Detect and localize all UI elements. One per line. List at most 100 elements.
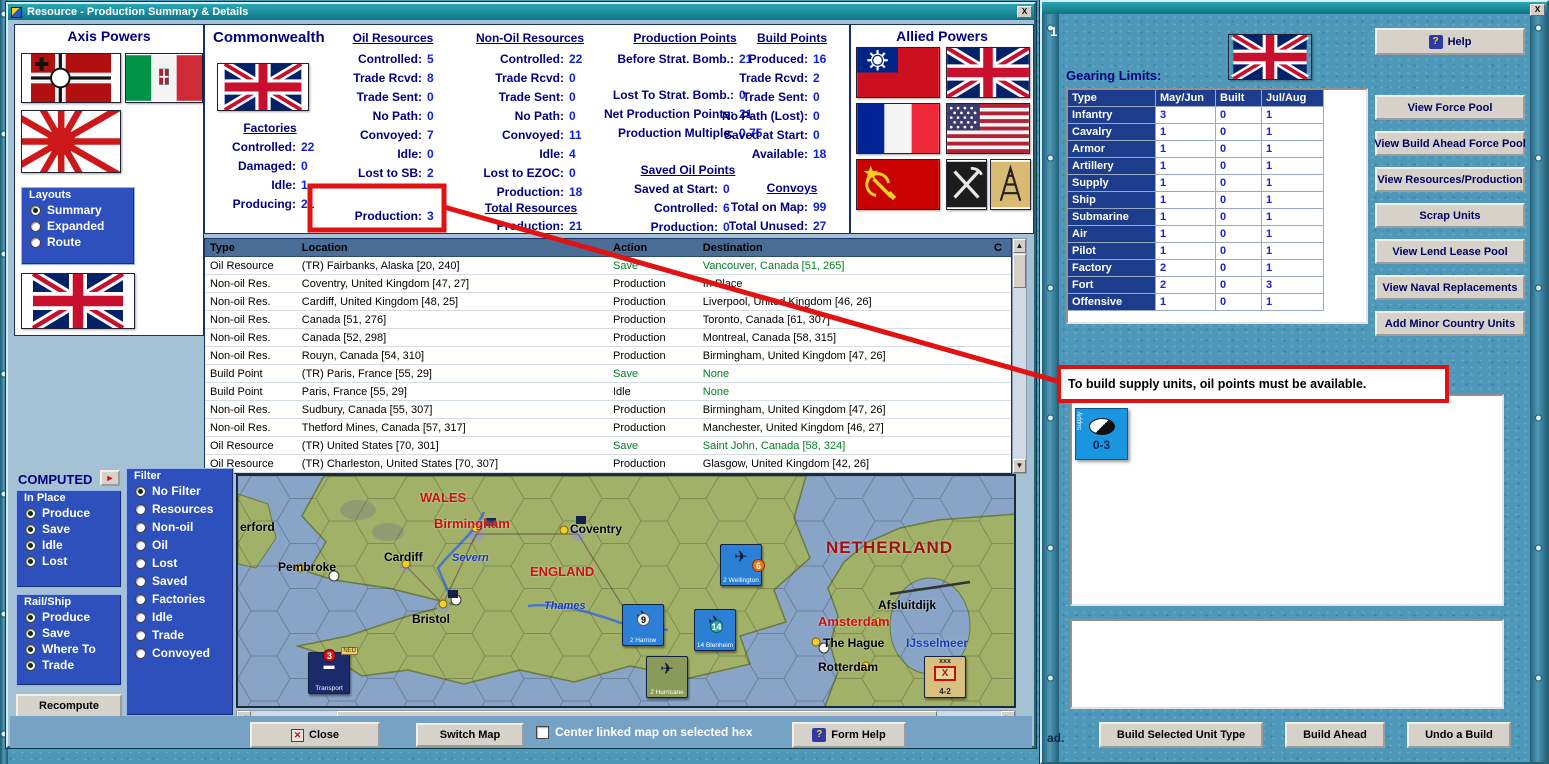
view-resources-production-button[interactable]: View Resources/Production [1375, 167, 1525, 192]
layouts-group: Layouts Summary Expanded Route [21, 187, 135, 265]
form-help-button[interactable]: ? Form Help [792, 722, 906, 748]
radio-non-oil[interactable]: Non-oil [135, 520, 227, 534]
radio-lost[interactable]: Lost [135, 556, 227, 570]
radio-lost[interactable]: Lost [25, 554, 115, 568]
usa-flag [946, 103, 1030, 154]
unit-counter-2-hurricane[interactable]: ✈ 2 Hurricane [646, 656, 688, 698]
radio-idle[interactable]: Idle [135, 610, 227, 624]
stat-row: Idle: 0 [397, 146, 434, 161]
build-window-titlebar[interactable] [1042, 2, 1547, 14]
gearing-row-supply[interactable]: Supply 1 0 1 [1068, 175, 1366, 192]
gearing-row-armor[interactable]: Armor 1 0 1 [1068, 141, 1366, 158]
radio-resources[interactable]: Resources [135, 502, 227, 516]
table-row[interactable]: Oil Resource (TR) United States [70, 301]… [205, 437, 1011, 455]
table-row[interactable]: Non-oil Res. Coventry, United Kingdom [47… [205, 275, 1011, 293]
built-units-panel[interactable] [1070, 619, 1504, 709]
supply-unit-icon [1088, 418, 1115, 435]
stat-row: Total Unused: 27 [728, 218, 827, 233]
scrap-units-button[interactable]: Scrap Units [1375, 203, 1525, 228]
map-label-the-hague: The Hague [823, 636, 885, 650]
center-map-option[interactable]: Center linked map on selected hex [536, 725, 752, 739]
axis-powers-title: Axis Powers [67, 28, 151, 44]
gearing-row-pilot[interactable]: Pilot 1 0 1 [1068, 243, 1366, 260]
radio-idle[interactable]: Idle [25, 538, 115, 552]
radio-produce[interactable]: Produce [25, 506, 115, 520]
stat-row: Lost to SB: 2 [358, 165, 434, 180]
view-force-pool-button[interactable]: View Force Pool [1375, 95, 1525, 120]
supply-unit-counter[interactable]: Supply 0-3 [1075, 408, 1128, 460]
gearing-row-submarine[interactable]: Submarine 1 0 1 [1068, 209, 1366, 226]
convoys-heading: Convoys [766, 181, 818, 195]
gearing-row-infantry[interactable]: Infantry 3 0 1 [1068, 107, 1366, 124]
view-naval-replacements-button[interactable]: View Naval Replacements [1375, 275, 1525, 300]
undo-a-build-button[interactable]: Undo a Build [1407, 722, 1511, 748]
close-build-window-icon[interactable]: X [1530, 4, 1545, 16]
radio-save[interactable]: Save [25, 522, 115, 536]
table-row[interactable]: Non-oil Res. Sudbury, Canada [55, 307] Pro… [205, 401, 1011, 419]
radio-summary[interactable]: Summary [30, 203, 128, 217]
radio-route[interactable]: Route [30, 235, 128, 249]
build-ahead-button[interactable]: Build Ahead [1285, 722, 1385, 748]
table-row[interactable]: Non-oil Res. Canada [51, 276] Production To… [205, 311, 1011, 329]
help-button[interactable]: ? Help [1375, 28, 1525, 55]
radio-oil[interactable]: Oil [135, 538, 227, 552]
unit-counter-2-wellington[interactable]: ✈ 2 Wellington 6 [720, 544, 765, 586]
switch-map-button[interactable]: Switch Map [416, 723, 524, 747]
radio-factories[interactable]: Factories [135, 592, 227, 606]
unit-counter-4-2[interactable]: xxx X 4-2 [924, 656, 966, 698]
table-row[interactable]: Non-oil Res. Thetford Mines, Canada [57, … [205, 419, 1011, 437]
radio-no-filter[interactable]: No Filter [135, 484, 227, 498]
radio-trade[interactable]: Trade [25, 658, 115, 672]
radio-where-to[interactable]: Where To [25, 642, 115, 656]
linked-map[interactable]: erford Pembroke WALES Birmingham Coventry Car… [236, 474, 1016, 708]
table-row[interactable]: Non-oil Res. Rouyn, Canada [54, 310] Produ… [205, 347, 1011, 365]
unit-counter-2-harrow[interactable]: ✈2 Harrow9 [622, 604, 664, 646]
window-titlebar[interactable]: Resource - Production Summary & Details [8, 4, 1034, 20]
stat-row: Produced: 16 [748, 51, 827, 66]
gearing-row-offensive[interactable]: Offensive 1 0 1 [1068, 294, 1366, 311]
build-selected-unit-type-button[interactable]: Build Selected Unit Type [1099, 722, 1263, 748]
gearing-row-factory[interactable]: Factory 2 0 1 [1068, 260, 1366, 277]
stat-row: Damaged: 0 [237, 158, 308, 173]
view-build-ahead-force-pool-button[interactable]: View Build Ahead Force Pool [1374, 131, 1526, 156]
radio-expanded[interactable]: Expanded [30, 219, 128, 233]
center-map-checkbox[interactable] [536, 725, 549, 739]
table-row[interactable]: Build Point (TR) Paris, France [55, 29] Sa… [205, 365, 1011, 383]
unit-counter-transport[interactable]: ▬ Transport 3 NED [308, 647, 358, 694]
gearing-row-cavalry[interactable]: Cavalry 1 0 1 [1068, 124, 1366, 141]
radio-dot [25, 507, 36, 519]
close-window-icon[interactable]: X [1017, 6, 1032, 18]
table-scrollbar[interactable]: ▲ ▼ [1012, 238, 1027, 474]
view-lend-lease-pool-button[interactable]: View Lend Lease Pool [1375, 239, 1525, 264]
computed-arrow-button[interactable]: ► [100, 470, 120, 486]
radio-produce[interactable]: Produce [25, 610, 115, 624]
map-label-birmingham: Birmingham [434, 516, 510, 531]
stat-row: No Path: 0 [372, 108, 434, 123]
map-label-rotterdam: Rotterdam [818, 660, 879, 674]
radio-trade[interactable]: Trade [135, 628, 227, 642]
recompute-button[interactable]: Recompute [16, 694, 122, 718]
unit-counter-14-blenheim[interactable]: ✈14 Blenheim14 [694, 609, 736, 651]
add-minor-country-units-button[interactable]: Add Minor Country Units [1375, 311, 1525, 336]
table-row[interactable]: Non-oil Res. Cardiff, United Kingdom [48,… [205, 293, 1011, 311]
table-row[interactable]: Oil Resource (TR) Charleston, United Stat… [205, 455, 1011, 473]
close-button[interactable]: ✕ Close [250, 722, 380, 748]
factories-heading: Factories [243, 121, 297, 135]
radio-saved[interactable]: Saved [135, 574, 227, 588]
gearing-row-air[interactable]: Air 1 0 1 [1068, 226, 1366, 243]
map-label-ijsselmeer: IJsselmeer [906, 636, 969, 650]
unit-selection-panel[interactable] [1070, 394, 1504, 606]
table-row[interactable]: Build Point Paris, France [55, 29] Idle Non… [205, 383, 1011, 401]
table-row[interactable]: Oil Resource (TR) Fairbanks, Alaska [20, … [205, 257, 1011, 275]
gearing-row-artillery[interactable]: Artillery 1 0 1 [1068, 158, 1366, 175]
radio-dot [25, 611, 36, 623]
radio-convoyed[interactable]: Convoyed [135, 646, 227, 660]
gearing-row-fort[interactable]: Fort 2 0 3 [1068, 277, 1366, 294]
table-row[interactable]: Non-oil Res. Canada [52, 298] Production Mo… [205, 329, 1011, 347]
form-help-icon: ? [812, 728, 827, 742]
gearing-row-ship[interactable]: Ship 1 0 1 [1068, 192, 1366, 209]
france-flag [856, 103, 940, 154]
radio-save[interactable]: Save [25, 626, 115, 640]
radio-label: Saved [152, 574, 188, 588]
factories-stats: Controlled: 22 Damaged: 0 Idle: 1 Producing: 21 [209, 137, 335, 213]
